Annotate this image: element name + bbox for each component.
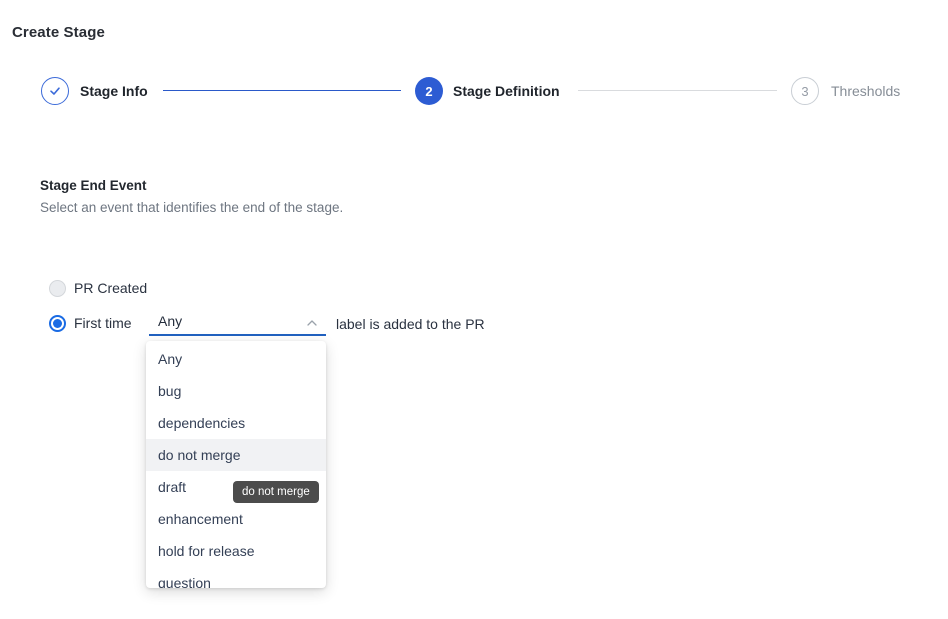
radio-selected-icon[interactable] (49, 315, 66, 332)
step-3-indicator[interactable]: 3 (791, 77, 819, 105)
step-3-label[interactable]: Thresholds (831, 77, 900, 105)
stepper-connector-1 (163, 90, 401, 91)
label-select[interactable]: Any (149, 308, 326, 336)
check-icon (48, 84, 62, 98)
dropdown-item-hold-for-release[interactable]: hold for release (146, 535, 326, 567)
dropdown-item-bug[interactable]: bug (146, 375, 326, 407)
dropdown-item-enhancement[interactable]: enhancement (146, 503, 326, 535)
label-select-suffix-text: label is added to the PR (336, 316, 485, 332)
label-dropdown-panel: Any bug dependencies do not merge draft … (146, 341, 326, 588)
tooltip: do not merge (233, 481, 319, 503)
page-title: Create Stage (12, 24, 105, 41)
stepper: Stage Info 2 Stage Definition 3 Threshol… (0, 77, 948, 105)
radio-unselected-icon[interactable] (49, 280, 66, 297)
step-2-number: 2 (425, 84, 432, 99)
create-stage-dialog: Create Stage Stage Info 2 Stage Definiti… (0, 0, 948, 619)
dropdown-item-question[interactable]: question (146, 567, 326, 588)
radio-option-label: PR Created (74, 280, 147, 296)
step-1-label[interactable]: Stage Info (80, 77, 148, 105)
dropdown-item-do-not-merge[interactable]: do not merge (146, 439, 326, 471)
step-2-indicator[interactable]: 2 (415, 77, 443, 105)
chevron-up-icon (306, 316, 318, 328)
step-3-number: 3 (801, 84, 808, 99)
radio-option-pr-created[interactable]: PR Created (49, 279, 147, 297)
radio-option-label: First time (74, 315, 132, 331)
dropdown-item-dependencies[interactable]: dependencies (146, 407, 326, 439)
dropdown-item-any[interactable]: Any (146, 343, 326, 375)
radio-dot (53, 319, 62, 328)
step-1-indicator[interactable] (41, 77, 69, 105)
stepper-connector-2 (578, 90, 777, 91)
radio-option-first-time[interactable]: First time (49, 314, 132, 332)
section-description: Select an event that identifies the end … (40, 200, 343, 215)
step-2-label[interactable]: Stage Definition (453, 77, 560, 105)
label-select-value: Any (158, 313, 182, 329)
section-heading: Stage End Event (40, 178, 147, 193)
